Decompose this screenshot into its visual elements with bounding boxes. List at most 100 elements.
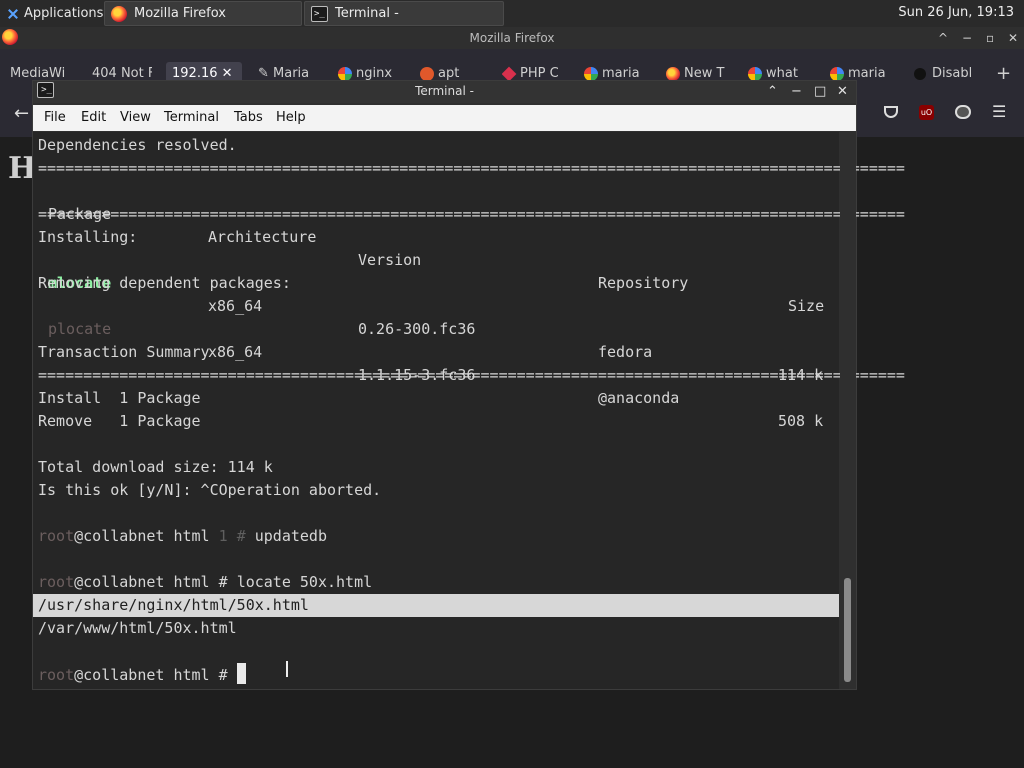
terminal-menubar: File Edit View Terminal Tabs Help — [33, 105, 856, 131]
table-header: Package Architecture Version Repository … — [38, 180, 824, 315]
task-label: Terminal - — [335, 6, 399, 21]
command-text: updatedb — [254, 527, 327, 545]
google-icon — [584, 66, 598, 81]
askubuntu-icon — [420, 66, 434, 81]
prompt-line: root@collabnet html # — [38, 663, 246, 686]
tab-label: Maria — [273, 66, 310, 81]
row-package: plocate — [48, 320, 112, 338]
minimize-icon[interactable]: − — [791, 81, 802, 102]
row-repository: @anaconda — [598, 389, 680, 407]
prompt-symbol: # — [218, 573, 237, 591]
command-text: locate 50x.html — [236, 573, 373, 591]
restore-icon[interactable]: ▫ — [986, 27, 994, 49]
separator: ========================================… — [38, 366, 905, 384]
output-line: Install 1 Package — [38, 389, 201, 407]
tab-label: maria — [848, 66, 886, 81]
menu-help[interactable]: Help — [276, 110, 306, 125]
prompt-line: root@collabnet html 1 # updatedb — [38, 525, 327, 548]
task-terminal[interactable]: >_ Terminal - — [304, 1, 504, 26]
new-tab-button[interactable]: + — [996, 62, 1016, 86]
prompt-symbol: # — [236, 527, 255, 545]
prompt-user: root — [38, 573, 75, 591]
tab-label: maria — [602, 66, 640, 81]
prompt-symbol: # — [218, 666, 237, 684]
desktop: Mozilla Firefox ^ − ▫ ✕ MediaWi 404 Not … — [0, 0, 1024, 768]
text-cursor — [236, 663, 246, 684]
tab-label: New T — [684, 66, 725, 81]
row-repository: fedora — [598, 343, 653, 361]
applications-icon — [6, 7, 20, 21]
applications-menu[interactable]: Applications — [2, 3, 107, 24]
tab-label: nginx — [356, 66, 393, 81]
terminal-output[interactable]: Dependencies resolved. =================… — [33, 132, 905, 689]
output-line: Dependencies resolved. — [38, 136, 237, 154]
tab-disable[interactable]: Disabl — [914, 62, 974, 86]
menu-tabs[interactable]: Tabs — [234, 110, 263, 125]
google-icon — [748, 66, 762, 81]
tab-close-icon[interactable]: ✕ — [222, 66, 233, 81]
github-icon — [914, 67, 926, 80]
tab-label: Disabl — [932, 66, 973, 81]
ublock-icon[interactable]: uO — [919, 105, 934, 120]
separator: ========================================… — [38, 205, 905, 223]
clock[interactable]: Sun 26 Jun, 19:13 — [898, 5, 1014, 20]
firefox-title: Mozilla Firefox — [469, 31, 555, 45]
row-architecture: x86_64 — [208, 343, 263, 361]
task-label: Mozilla Firefox — [134, 6, 226, 21]
table-row: plocate x86_64 1.1.15-3.fc36 @anaconda 5… — [38, 295, 823, 430]
firefox-titlebar: Mozilla Firefox ^ − ▫ ✕ — [0, 27, 1024, 49]
terminal-title: Terminal - — [415, 84, 474, 98]
tab-icon: ✎ — [258, 66, 274, 81]
back-icon[interactable]: ← — [14, 103, 29, 124]
output-line: Total download size: 114 k — [38, 458, 273, 476]
output-line: Transaction Summary — [38, 343, 210, 361]
mouse-ibeam-cursor — [286, 661, 288, 677]
output-line: Removing dependent packages: — [38, 274, 291, 292]
extension-icon[interactable] — [955, 105, 971, 119]
output-line: Remove 1 Package — [38, 412, 201, 430]
tab-label: apt — [438, 66, 460, 81]
row-architecture: x86_64 — [208, 297, 263, 315]
laravel-icon — [502, 66, 517, 81]
minimize-icon[interactable]: ^ — [938, 27, 948, 49]
close-icon[interactable]: ✕ — [837, 81, 848, 102]
terminal-scrollbar[interactable] — [840, 132, 856, 689]
table-row: mlocate x86_64 0.26-300.fc36 fedora 114 … — [38, 249, 823, 384]
prompt-user: root — [38, 666, 75, 684]
header-architecture: Architecture — [208, 228, 317, 246]
close-icon[interactable]: ✕ — [1008, 27, 1018, 49]
google-icon — [830, 66, 844, 81]
prompt-host: @collabnet html — [74, 666, 219, 684]
menu-icon[interactable]: ☰ — [992, 102, 1006, 121]
menu-terminal[interactable]: Terminal — [164, 110, 219, 125]
tab-label: 192.16 — [172, 66, 218, 81]
terminal-titlebar[interactable]: >_ Terminal - ⌃ − □ ✕ — [33, 81, 856, 103]
maximize-icon[interactable]: □ — [814, 81, 826, 102]
menu-view[interactable]: View — [120, 110, 151, 125]
scrollbar-thumb[interactable] — [844, 578, 851, 682]
tab-label: what — [766, 66, 798, 81]
terminal-icon: >_ — [37, 82, 54, 98]
applications-label: Applications — [24, 6, 104, 21]
shade-icon[interactable]: ⌃ — [767, 81, 778, 102]
output-line: Installing: — [38, 228, 138, 246]
google-icon — [338, 66, 352, 81]
prompt-exit-status: 1 — [218, 527, 228, 545]
separator: ========================================… — [38, 159, 905, 177]
output-line: Is this ok [y/N]: ^COperation aborted. — [38, 481, 382, 499]
firefox-icon — [111, 5, 127, 22]
menu-edit[interactable]: Edit — [81, 110, 106, 125]
pocket-icon[interactable] — [884, 106, 898, 118]
menu-file[interactable]: File — [44, 110, 66, 125]
terminal-icon: >_ — [311, 5, 328, 22]
output-line: /var/www/html/50x.html — [38, 619, 237, 637]
maximize-icon[interactable]: − — [962, 27, 972, 49]
top-panel: Applications Mozilla Firefox >_ Terminal… — [0, 0, 1024, 27]
row-size: 508 k — [778, 412, 824, 430]
prompt-host: @collabnet html — [74, 527, 219, 545]
prompt-host: @collabnet html — [74, 573, 219, 591]
firefox-tab-icon — [666, 66, 680, 81]
prompt-line: root@collabnet html # locate 50x.html — [38, 571, 372, 594]
task-firefox[interactable]: Mozilla Firefox — [104, 1, 302, 26]
header-version: Version — [358, 251, 422, 269]
